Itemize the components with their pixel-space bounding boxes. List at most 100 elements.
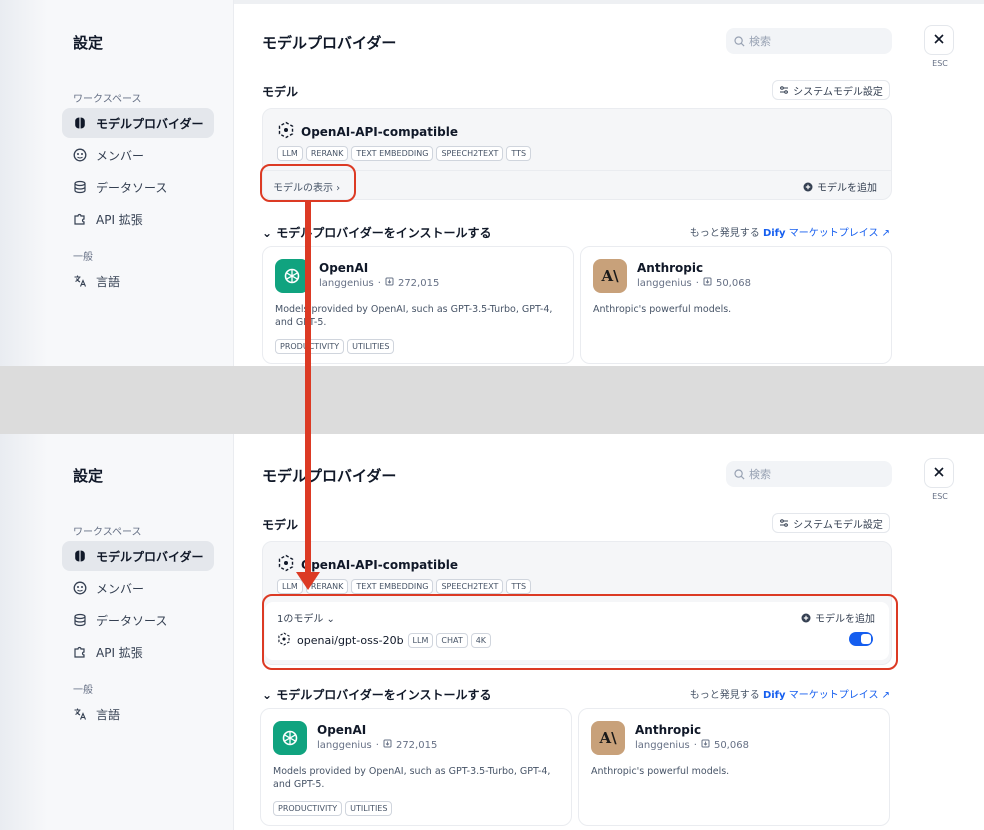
plugin-author: langgenius xyxy=(637,277,692,289)
sidebar-item-label: メンバー xyxy=(96,581,145,596)
provider-card: OpenAI-API-compatible LLM RERANK TEXT EM… xyxy=(262,108,892,200)
add-model-label: モデルを追加 xyxy=(817,183,877,194)
plugin-meta: langgenius · 272,015 xyxy=(317,739,437,751)
plugin-meta: langgenius · 272,015 xyxy=(319,277,439,289)
annotation-arrow-shaft xyxy=(305,200,311,576)
search-input[interactable]: 検索 xyxy=(726,461,892,487)
plugin-tags: PRODUCTIVITY UTILITIES xyxy=(275,339,395,354)
plugin-card-anthropic[interactable]: A\ Anthropic langgenius · 50,068 Anthrop… xyxy=(580,246,892,364)
sliders-icon xyxy=(779,85,789,95)
database-icon xyxy=(72,612,88,628)
plugin-name: OpenAI xyxy=(317,723,367,737)
sidebar-item-data-source[interactable]: データソース xyxy=(62,605,214,635)
puzzle-icon xyxy=(72,644,88,660)
sidebar-item-data-source[interactable]: データソース xyxy=(62,172,214,202)
download-icon xyxy=(701,739,710,751)
workspace-label: ワークスペース xyxy=(73,94,142,105)
separator-dot: · xyxy=(377,277,381,289)
tag-utilities: UTILITIES xyxy=(347,339,395,354)
marketplace-suffix: マーケットプレイス ↗ xyxy=(785,228,890,239)
plugin-card-anthropic[interactable]: A\ Anthropic langgenius · 50,068 Anthrop… xyxy=(578,708,890,826)
close-icon xyxy=(933,33,945,48)
plugin-tags: PRODUCTIVITY UTILITIES xyxy=(273,801,393,816)
plugin-meta: langgenius · 50,068 xyxy=(635,739,749,751)
plugin-author: langgenius xyxy=(317,739,372,751)
plugin-description: Anthropic's powerful models. xyxy=(593,304,732,315)
sliders-icon xyxy=(779,518,789,528)
sidebar-item-model-provider[interactable]: モデルプロバイダー xyxy=(62,108,214,138)
marketplace-link[interactable]: もっと発見する Dify マーケットプレイス ↗ xyxy=(690,224,890,239)
plugin-author: langgenius xyxy=(635,739,690,751)
anthropic-logo-icon: A\ xyxy=(591,721,625,755)
download-icon xyxy=(385,277,394,289)
tag-text-embedding: TEXT EMBEDDING xyxy=(351,579,434,594)
system-model-settings-label: システムモデル設定 xyxy=(793,86,883,98)
sidebar-item-label: API 拡張 xyxy=(96,212,143,227)
search-input[interactable]: 検索 xyxy=(726,28,892,54)
brain-icon xyxy=(72,548,88,564)
translate-icon xyxy=(72,273,88,289)
sidebar-item-api-extension[interactable]: API 拡張 xyxy=(62,637,214,667)
model-section-title: モデル xyxy=(262,518,299,532)
brain-icon xyxy=(72,115,88,131)
openai-logo-icon xyxy=(273,721,307,755)
plugin-description: Anthropic's powerful models. xyxy=(591,766,730,777)
plugin-name: Anthropic xyxy=(635,723,702,737)
plugin-author: langgenius xyxy=(319,277,374,289)
sidebar-item-label: モデルプロバイダー xyxy=(96,116,204,131)
sidebar-item-label: メンバー xyxy=(96,148,145,163)
sidebar-item-members[interactable]: メンバー xyxy=(62,140,214,170)
workspace-label: ワークスペース xyxy=(73,527,142,538)
translate-icon xyxy=(72,706,88,722)
settings-sidebar: 設定 ワークスペース モデルプロバイダー メンバー データソース API 拡張 … xyxy=(0,0,234,366)
tag-utilities: UTILITIES xyxy=(345,801,393,816)
tag-llm: LLM xyxy=(277,146,303,161)
tag-productivity: PRODUCTIVITY xyxy=(273,801,343,816)
install-section-title[interactable]: ⌄ モデルプロバイダーをインストールする xyxy=(262,686,492,703)
plugin-name: OpenAI xyxy=(319,261,369,275)
search-icon xyxy=(734,468,745,480)
separator-dot: · xyxy=(375,739,379,751)
page-title: モデルプロバイダー xyxy=(262,34,397,52)
sidebar-item-language[interactable]: 言語 xyxy=(62,699,214,729)
provider-tags: LLM RERANK TEXT EMBEDDING SPEECH2TEXT TT… xyxy=(277,146,532,161)
sidebar-item-members[interactable]: メンバー xyxy=(62,573,214,603)
add-model-button[interactable]: モデルを追加 xyxy=(803,179,877,194)
tag-rerank: RERANK xyxy=(305,146,349,161)
tag-tts: TTS xyxy=(506,146,532,161)
general-label: 一般 xyxy=(73,685,93,696)
install-section-header: ⌄ モデルプロバイダーをインストールする もっと発見する Dify マーケットプ… xyxy=(262,224,892,242)
install-section-header: ⌄ モデルプロバイダーをインストールする もっと発見する Dify マーケットプ… xyxy=(262,686,892,704)
install-section-title[interactable]: ⌄ モデルプロバイダーをインストールする xyxy=(262,224,492,241)
provider-name: OpenAI-API-compatible xyxy=(301,124,458,139)
plugin-card-openai[interactable]: OpenAI langgenius · 272,015 Models provi… xyxy=(260,708,572,826)
plugin-installs: 50,068 xyxy=(715,277,751,289)
sidebar-item-api-extension[interactable]: API 拡張 xyxy=(62,204,214,234)
background-blur xyxy=(0,434,48,830)
marketplace-brand: Dify xyxy=(762,690,786,701)
tag-speech2text: SPEECH2TEXT xyxy=(436,579,504,594)
annotation-arrow-head xyxy=(296,572,320,590)
download-icon xyxy=(703,277,712,289)
marketplace-brand: Dify xyxy=(762,228,786,239)
close-button[interactable] xyxy=(924,458,954,488)
members-icon xyxy=(72,580,88,596)
general-label: 一般 xyxy=(73,252,93,263)
system-model-settings-button[interactable]: システムモデル設定 xyxy=(772,80,890,100)
marketplace-link[interactable]: もっと発見する Dify マーケットプレイス ↗ xyxy=(690,686,890,701)
sidebar-item-language[interactable]: 言語 xyxy=(62,266,214,296)
puzzle-icon xyxy=(72,211,88,227)
marketplace-prefix: もっと発見する xyxy=(689,690,763,701)
search-placeholder: 検索 xyxy=(749,35,771,48)
tag-text-embedding: TEXT EMBEDDING xyxy=(351,146,434,161)
settings-title: 設定 xyxy=(73,34,104,52)
close-button[interactable] xyxy=(924,25,954,55)
highlight-show-models xyxy=(260,164,356,202)
plugin-meta: langgenius · 50,068 xyxy=(637,277,751,289)
esc-label: ESC xyxy=(932,492,948,501)
sidebar-item-model-provider[interactable]: モデルプロバイダー xyxy=(62,541,214,571)
provider-header: OpenAI-API-compatible xyxy=(277,121,458,142)
highlight-model-list xyxy=(262,594,898,670)
system-model-settings-button[interactable]: システムモデル設定 xyxy=(772,513,890,533)
openai-logo-icon xyxy=(275,259,309,293)
